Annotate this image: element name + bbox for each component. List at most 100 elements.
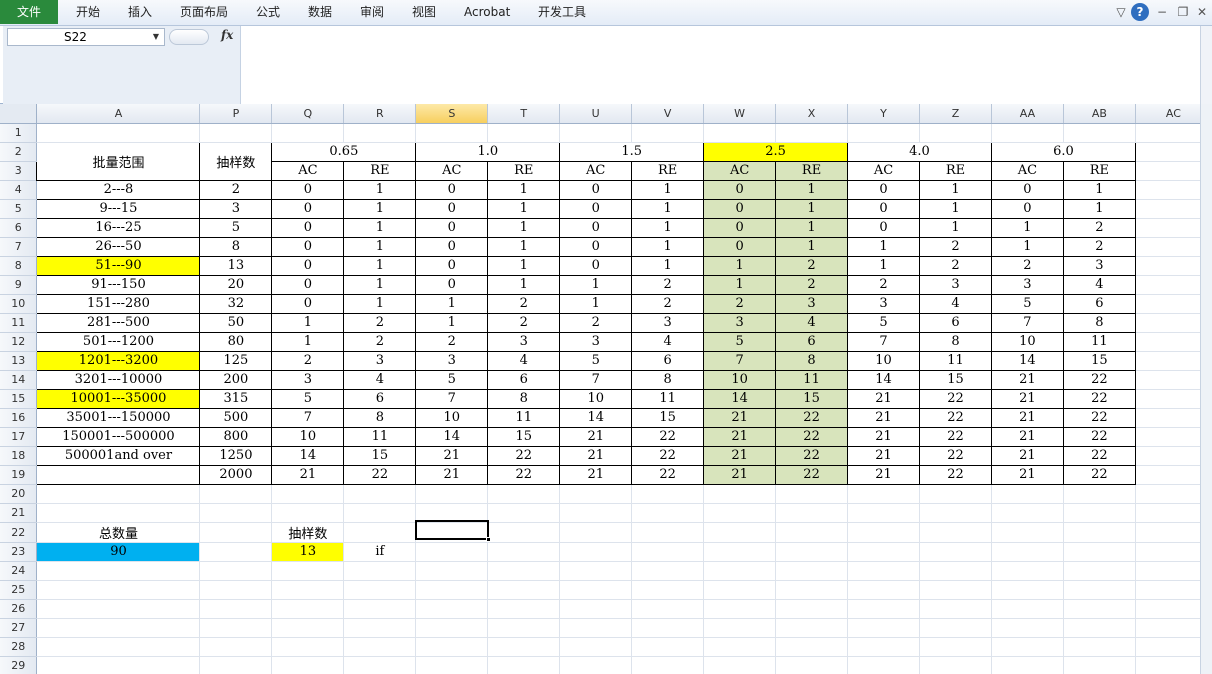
ac-value-cell[interactable]: 7: [703, 350, 777, 371]
cell[interactable]: [1063, 561, 1136, 581]
ac-value-cell[interactable]: 21: [559, 445, 633, 466]
fill-handle[interactable]: [486, 537, 491, 542]
ac-value-cell[interactable]: 21: [559, 426, 633, 447]
ac-value-cell[interactable]: 0: [703, 198, 777, 219]
cell[interactable]: [415, 618, 489, 638]
ac-value-cell[interactable]: 1: [847, 236, 920, 257]
re-value-cell[interactable]: 22: [775, 464, 849, 485]
cell[interactable]: [631, 656, 705, 674]
cell[interactable]: [847, 561, 920, 581]
row-header[interactable]: 5: [0, 199, 38, 219]
re-value-cell[interactable]: 2: [631, 274, 705, 295]
restore-icon[interactable]: ❐: [1174, 3, 1192, 21]
re-value-cell[interactable]: 22: [919, 426, 992, 447]
re-value-cell[interactable]: 2: [1062, 217, 1136, 238]
cell[interactable]: [703, 503, 777, 523]
re-value-cell[interactable]: 1: [343, 217, 417, 238]
cell[interactable]: [1063, 580, 1136, 600]
sample-size-label[interactable]: 抽样数: [271, 522, 345, 543]
re-value-cell[interactable]: 8: [775, 350, 849, 371]
cell[interactable]: [1063, 503, 1136, 523]
ac-value-cell[interactable]: 21: [559, 464, 633, 485]
re-header[interactable]: RE: [343, 160, 417, 181]
cell[interactable]: [36, 503, 201, 523]
re-value-cell[interactable]: 11: [1062, 331, 1136, 352]
re-value-cell[interactable]: 1: [775, 236, 849, 257]
cell[interactable]: [271, 656, 345, 674]
cell[interactable]: [199, 580, 273, 600]
re-value-cell[interactable]: 2: [775, 255, 849, 276]
ac-value-cell[interactable]: 2: [271, 350, 345, 371]
re-value-cell[interactable]: 6: [631, 350, 705, 371]
ac-value-cell[interactable]: 0: [271, 198, 345, 219]
cell[interactable]: [559, 123, 633, 143]
cell[interactable]: [199, 561, 273, 581]
re-value-cell[interactable]: 3: [343, 350, 417, 371]
ac-value-cell[interactable]: 2: [703, 293, 777, 314]
row-header[interactable]: 21: [0, 503, 38, 523]
cell[interactable]: [991, 542, 1064, 562]
cell[interactable]: [559, 484, 633, 504]
cell[interactable]: [199, 637, 273, 657]
ac-value-cell[interactable]: 3: [271, 369, 345, 390]
re-value-cell[interactable]: 2: [487, 293, 561, 314]
ac-value-cell[interactable]: 0: [847, 179, 920, 200]
row-header[interactable]: 9: [0, 275, 38, 295]
ac-value-cell[interactable]: 5: [990, 293, 1064, 314]
cell[interactable]: [775, 618, 849, 638]
ac-value-cell[interactable]: 2: [847, 274, 920, 295]
cell[interactable]: [847, 637, 920, 657]
ac-value-cell[interactable]: 0: [415, 236, 489, 257]
cell[interactable]: [559, 542, 633, 562]
row-header[interactable]: 1: [0, 123, 38, 143]
re-value-cell[interactable]: 11: [919, 350, 992, 371]
cell[interactable]: [631, 522, 705, 543]
column-header-s[interactable]: S: [415, 104, 489, 124]
ac-value-cell[interactable]: 0: [559, 179, 633, 200]
tab-data[interactable]: 数据: [308, 0, 332, 24]
cell[interactable]: [36, 580, 201, 600]
ac-value-cell[interactable]: 0: [559, 217, 633, 238]
re-value-cell[interactable]: 22: [487, 464, 561, 485]
cell[interactable]: [919, 599, 992, 619]
chevron-down-icon[interactable]: ▼: [149, 28, 163, 46]
cell[interactable]: [271, 599, 345, 619]
ac-value-cell[interactable]: 0: [703, 217, 777, 238]
cell[interactable]: [343, 580, 417, 600]
row-header[interactable]: 23: [0, 542, 38, 562]
ac-value-cell[interactable]: 1: [990, 236, 1064, 257]
cell[interactable]: [919, 561, 992, 581]
cell[interactable]: [847, 580, 920, 600]
cell[interactable]: [775, 599, 849, 619]
cell[interactable]: [991, 522, 1064, 543]
re-value-cell[interactable]: 2: [343, 331, 417, 352]
re-value-cell[interactable]: 15: [343, 445, 417, 466]
ac-value-cell[interactable]: 1: [703, 274, 777, 295]
ac-value-cell[interactable]: 1: [990, 217, 1064, 238]
re-value-cell[interactable]: 22: [919, 407, 992, 428]
re-value-cell[interactable]: 1: [1062, 179, 1136, 200]
cell[interactable]: [199, 484, 273, 504]
cell[interactable]: [775, 123, 849, 143]
close-icon[interactable]: ✕: [1193, 3, 1211, 21]
re-value-cell[interactable]: 1: [775, 198, 849, 219]
sample-size-cell[interactable]: 32: [199, 293, 273, 314]
help-icon[interactable]: ?: [1131, 3, 1149, 21]
re-value-cell[interactable]: 1: [919, 217, 992, 238]
ac-value-cell[interactable]: 0: [559, 198, 633, 219]
total-quantity-value[interactable]: 90: [36, 542, 201, 562]
file-tab[interactable]: 文件: [0, 0, 58, 24]
batch-range-cell[interactable]: 151---280: [36, 293, 201, 314]
cell[interactable]: [343, 599, 417, 619]
ac-value-cell[interactable]: 0: [703, 236, 777, 257]
aql-level-header[interactable]: 0.65: [271, 141, 417, 162]
re-value-cell[interactable]: 2: [1062, 236, 1136, 257]
sample-size-cell[interactable]: 500: [199, 407, 273, 428]
column-header-a[interactable]: A↓: [36, 104, 201, 124]
cell[interactable]: [847, 656, 920, 674]
tab-insert[interactable]: 插入: [128, 0, 152, 24]
total-quantity-label[interactable]: 总数量: [36, 522, 201, 543]
cell[interactable]: [631, 618, 705, 638]
cell[interactable]: [199, 618, 273, 638]
cell[interactable]: [487, 484, 561, 504]
